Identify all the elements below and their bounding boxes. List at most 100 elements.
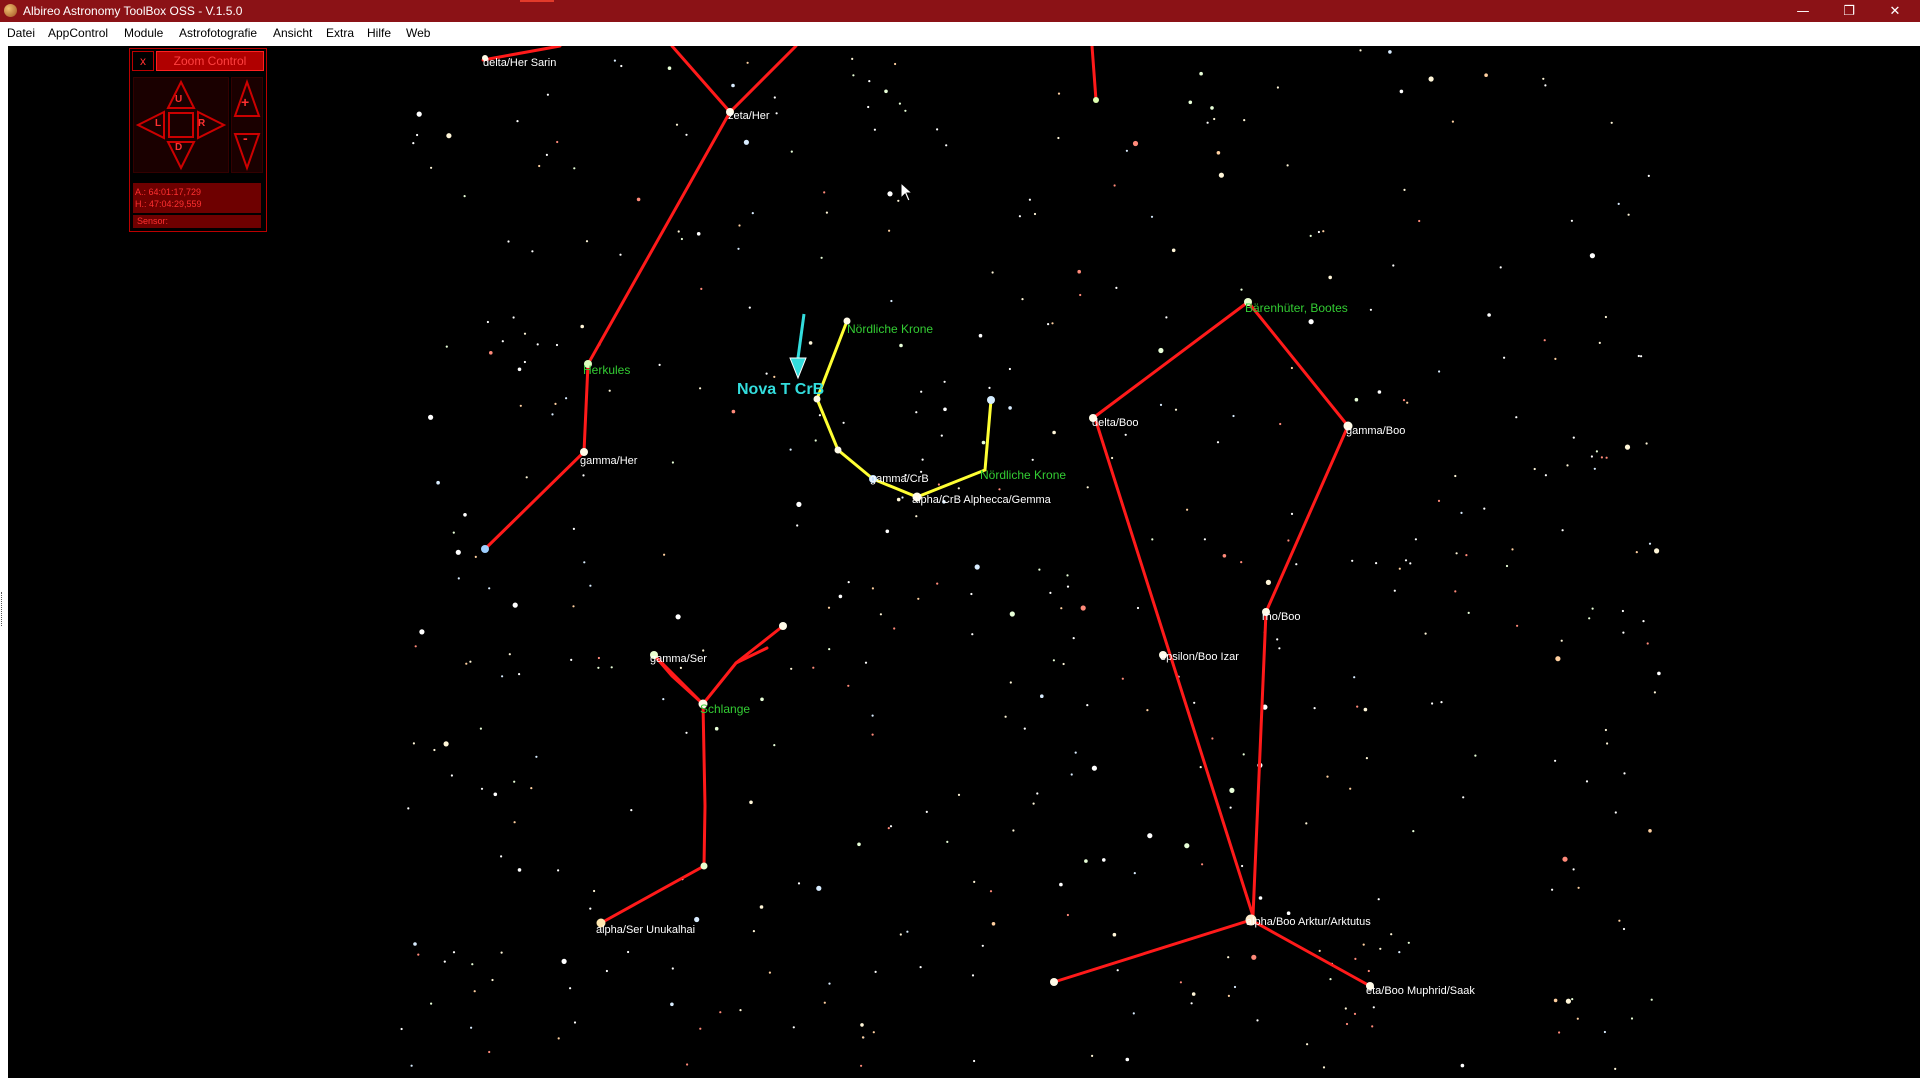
background-star <box>536 343 539 346</box>
background-star <box>872 1031 875 1034</box>
background-star <box>1233 985 1237 989</box>
background-star <box>1218 172 1224 178</box>
background-star <box>555 343 559 347</box>
arrow-down-icon <box>796 313 806 359</box>
zoom-close-button[interactable]: x <box>132 51 154 71</box>
pan-right-button[interactable]: R <box>198 118 205 129</box>
background-star <box>773 96 776 99</box>
background-star <box>1199 71 1203 76</box>
named-stars <box>481 55 1374 990</box>
menu-hilfe[interactable]: Hilfe <box>367 26 391 40</box>
background-star <box>417 953 420 956</box>
background-star <box>469 660 472 663</box>
herkules-line <box>1090 46 1098 102</box>
background-star <box>752 930 756 933</box>
background-star <box>820 256 823 259</box>
background-star <box>1009 611 1015 617</box>
pan-up-button[interactable]: U <box>175 94 182 105</box>
background-star <box>1542 77 1545 80</box>
background-star <box>1326 775 1329 778</box>
background-star <box>443 741 449 747</box>
background-star <box>860 1023 864 1027</box>
label-gamma-ser: gamma/Ser <box>650 653 707 665</box>
background-star <box>443 960 446 963</box>
background-star <box>471 963 474 966</box>
nova-marker[interactable]: Nova T CrB <box>737 313 824 398</box>
background-star <box>1544 474 1547 477</box>
background-star <box>1418 219 1421 223</box>
background-star <box>874 970 877 974</box>
background-star <box>943 407 947 412</box>
background-star <box>1112 932 1117 937</box>
bootes-line <box>1091 299 1350 917</box>
background-star <box>685 731 688 734</box>
menu-datei[interactable]: Datei <box>7 26 35 40</box>
menu-web[interactable]: Web <box>406 26 430 40</box>
background-star <box>1372 1006 1375 1009</box>
background-star <box>1033 212 1037 216</box>
menu-extra[interactable]: Extra <box>326 26 354 40</box>
zoom-control-title[interactable]: Zoom Control <box>156 51 264 71</box>
background-star <box>1428 76 1434 82</box>
background-star <box>557 869 560 872</box>
background-star <box>679 666 683 670</box>
restore-button[interactable]: ❐ <box>1826 0 1872 22</box>
background-star <box>696 232 701 236</box>
background-star <box>988 386 991 389</box>
background-star <box>1199 766 1202 769</box>
background-star <box>455 549 461 555</box>
direction-pad[interactable]: U D L R <box>133 77 229 173</box>
background-star <box>1617 202 1620 205</box>
background-star <box>1403 188 1406 191</box>
background-star <box>773 375 776 378</box>
background-star <box>919 966 922 969</box>
background-star <box>867 105 870 109</box>
zoom-out-button[interactable]: - <box>243 130 248 146</box>
label-alpha-ser: alpha/Ser Unukalhai <box>596 924 695 936</box>
background-star <box>1038 568 1041 571</box>
background-star <box>1004 715 1007 718</box>
background-star <box>899 933 902 936</box>
background-star <box>981 440 986 445</box>
background-star <box>1111 456 1114 460</box>
panel-splitter[interactable] <box>1 592 4 626</box>
background-star <box>746 61 749 64</box>
background-star <box>1318 949 1321 953</box>
background-star <box>775 112 778 115</box>
background-star <box>1595 450 1598 453</box>
background-star <box>1211 737 1214 740</box>
herkules-line <box>483 110 732 551</box>
background-star <box>1590 455 1593 458</box>
background-star <box>1290 512 1294 516</box>
background-star <box>743 139 750 145</box>
menu-ansicht[interactable]: Ansicht <box>273 26 312 40</box>
minimize-button[interactable]: — <box>1780 0 1826 22</box>
sky-chart[interactable]: Nova T CrB Nördliche Krone Nördliche Kro… <box>8 46 1920 1078</box>
background-star <box>1566 464 1569 467</box>
background-star <box>619 253 622 256</box>
position-readout: A.: 64:01:17,729 H.: 47:04:29,559 <box>133 183 261 213</box>
menu-module[interactable]: Module <box>124 26 163 40</box>
background-star <box>1577 886 1580 889</box>
background-star <box>407 807 410 810</box>
background-star <box>419 629 425 635</box>
background-star <box>852 74 855 77</box>
background-star <box>889 825 893 828</box>
zoom-in-button[interactable]: + <box>241 94 249 110</box>
background-star <box>899 343 903 348</box>
background-star <box>973 1059 976 1063</box>
background-star <box>887 191 893 197</box>
close-button[interactable]: ✕ <box>1872 0 1918 22</box>
pan-left-button[interactable]: L <box>155 118 161 129</box>
menu-astrofotografie[interactable]: Astrofotografie <box>179 26 257 40</box>
background-star <box>825 211 829 214</box>
background-star <box>1079 293 1082 297</box>
background-star <box>523 332 527 335</box>
background-star <box>474 555 477 559</box>
background-star <box>1251 954 1257 960</box>
azimuth-value: A.: 64:01:17,729 <box>135 187 202 197</box>
title-bar: Albireo Astronomy ToolBox OSS - V.1.5.0 … <box>0 0 1920 22</box>
zoom-arrows-icon <box>233 78 261 172</box>
pan-down-button[interactable]: D <box>175 142 182 153</box>
menu-appcontrol[interactable]: AppControl <box>48 26 108 40</box>
